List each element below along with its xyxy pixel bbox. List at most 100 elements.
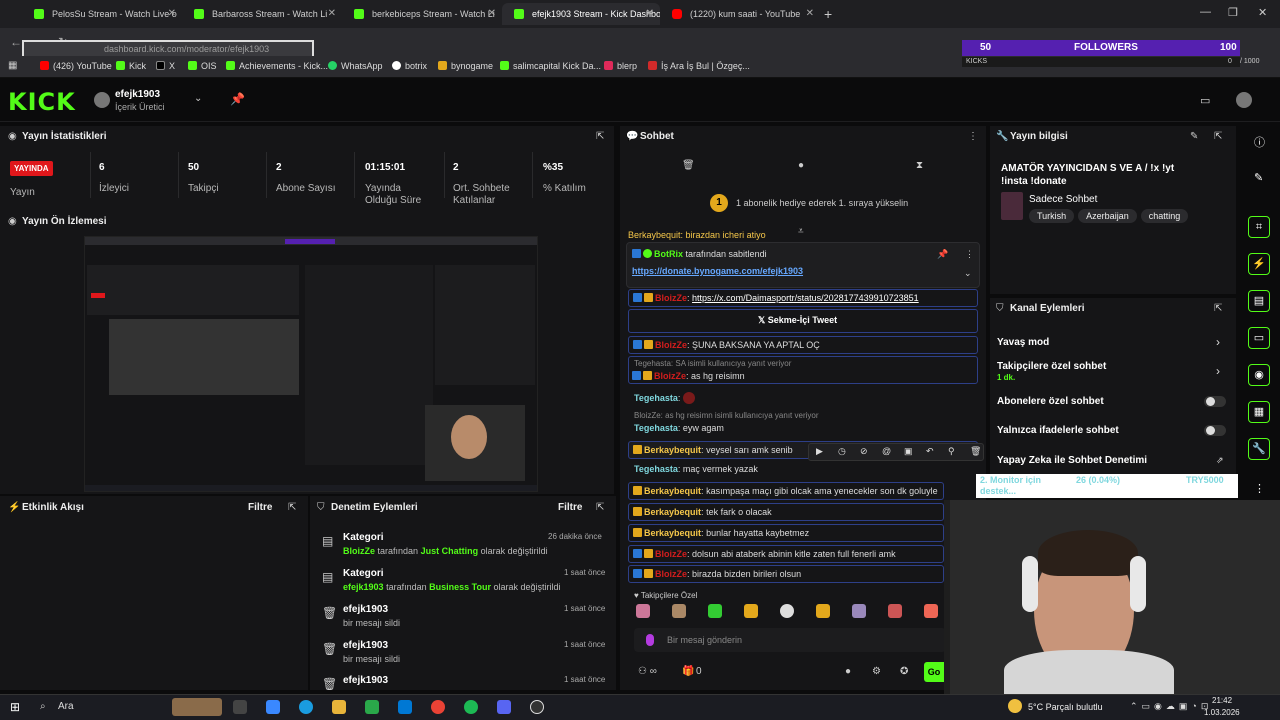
browser-tab-active[interactable]: efejk1903 Stream - Kick Dashbo ✕ [502, 3, 660, 25]
lightning-icon[interactable]: ⚡ [1248, 253, 1270, 275]
reply-icon[interactable]: ↶ [926, 446, 934, 457]
tag-item[interactable]: Turkish [1029, 209, 1075, 223]
emote-icon[interactable] [816, 604, 830, 618]
pinned-link[interactable]: https://donate.bynogame.com/efejk1903 [632, 266, 803, 276]
emote-icon[interactable] [744, 604, 758, 618]
wrench-icon[interactable]: 🔧 [1248, 438, 1270, 460]
clock-time[interactable]: 21:42 [1212, 696, 1232, 705]
infinity-icon[interactable]: ⚇ ∞ [638, 666, 657, 677]
chat-message[interactable]: Tegehasta: eyw agam [634, 423, 984, 433]
emote-icon[interactable] [708, 604, 722, 618]
slash-icon[interactable]: ⊘ [860, 446, 868, 457]
chat-message[interactable]: Tegehasta: maç vermek yazak [634, 464, 984, 474]
more-vertical-icon[interactable]: ⋮ [1254, 482, 1265, 495]
weather-text[interactable]: 5°C Parçalı bulutlu [1028, 702, 1103, 712]
discord-icon[interactable] [497, 700, 511, 714]
bookmark-item[interactable]: OIS [188, 61, 217, 71]
play-icon[interactable]: ▶ [816, 446, 823, 457]
edit-pencil-icon[interactable]: ✎ [1190, 131, 1198, 142]
chat-icon[interactable]: ● [798, 160, 804, 171]
browser-tab[interactable]: berkebiceps Stream - Watch Li ✕ [342, 3, 502, 25]
popout-icon[interactable]: ⇱ [1214, 303, 1222, 314]
copy-icon[interactable]: ▣ [904, 446, 913, 457]
maximize-icon[interactable]: ❐ [1228, 6, 1238, 19]
chevron-down-icon[interactable]: ⌄ [964, 268, 972, 279]
close-tab-icon[interactable]: ✕ [806, 3, 814, 25]
more-vertical-icon[interactable]: ⋮ [968, 131, 978, 142]
copilot-icon[interactable] [266, 700, 280, 714]
new-tab-icon[interactable]: + [824, 6, 832, 22]
bookmark-item[interactable]: Kick [116, 61, 146, 71]
emote-icon[interactable] [636, 604, 650, 618]
spotify-icon[interactable] [464, 700, 478, 714]
chevron-right-icon[interactable]: › [1216, 364, 1220, 378]
send-button[interactable]: Go [924, 662, 944, 682]
close-tab-icon[interactable]: ✕ [328, 3, 336, 25]
popout-icon[interactable]: ⇱ [288, 502, 296, 513]
chat-message[interactable]: BloizZe: birazda bizden birileri olsun [628, 565, 944, 583]
emote-icon[interactable] [888, 604, 902, 618]
close-window-icon[interactable]: ✕ [1258, 6, 1267, 19]
document-icon[interactable]: ▤ [1248, 290, 1270, 312]
apps-grid-icon[interactable]: ▦ [8, 60, 17, 71]
emote-icon[interactable] [672, 604, 686, 618]
edge-icon[interactable] [299, 700, 313, 714]
obs-icon[interactable] [530, 700, 544, 714]
pin-icon[interactable]: 📌 [937, 249, 948, 260]
pin-icon[interactable]: ⚲ [948, 446, 955, 457]
hourglass-icon[interactable]: ⧗ [916, 160, 923, 171]
bookmark-item[interactable]: WhatsApp [328, 61, 383, 71]
mic-icon[interactable] [646, 634, 654, 646]
store-icon[interactable] [365, 700, 379, 714]
chevron-down-icon[interactable]: ⌄ [194, 93, 202, 104]
layers-icon[interactable]: ▦ [1248, 401, 1270, 423]
chat-message[interactable]: BloizZe: ŞUNA BAKSANA YA APTAL OÇ [628, 336, 978, 354]
action-slow-mode[interactable]: Yavaş mod [997, 337, 1049, 348]
tag-item[interactable]: Azerbaijan [1078, 209, 1137, 223]
chat-message[interactable]: BloizZe: dolsun abi ataberk abinin kitle… [628, 545, 944, 563]
emoji-icon[interactable]: ● [845, 666, 851, 677]
back-icon[interactable]: ← [10, 35, 22, 49]
chat-message[interactable]: Berkaybequit: kasımpaşa maçı gibi olcak … [628, 482, 944, 500]
avatar[interactable] [94, 92, 110, 108]
gift-icon[interactable]: 🎁 [682, 666, 694, 677]
action-subscribers-only[interactable]: Abonelere özel sohbet [997, 396, 1104, 407]
mail-icon[interactable] [398, 700, 412, 714]
windows-start-icon[interactable]: ⊞ [10, 700, 20, 714]
settings-gear-icon[interactable]: ⚙ [872, 666, 881, 677]
browser-tab[interactable]: (1220) kum saati - YouTube ✕ [660, 3, 820, 25]
browser-tab[interactable]: Barbaross Stream - Watch Li ✕ [182, 3, 342, 25]
tag-item[interactable]: chatting [1140, 209, 1189, 223]
chat-icon[interactable]: ▭ [1248, 327, 1270, 349]
info-icon[interactable]: ⓘ [1254, 134, 1265, 150]
taskbar-search-label[interactable]: Ara [58, 701, 74, 712]
search-icon[interactable]: ⌕ [40, 701, 46, 712]
gift-banner[interactable]: 1 abonelik hediye ederek 1. sıraya yükse… [736, 198, 908, 208]
monitor-icon[interactable]: ▭ [1200, 94, 1210, 107]
browser-tab[interactable]: PelosSu Stream - Watch Live o ✕ [22, 3, 182, 25]
bookmark-item[interactable]: blerp [604, 61, 637, 71]
chrome-icon[interactable] [431, 700, 445, 714]
minimize-icon[interactable]: — [1200, 6, 1211, 18]
activity-filter-button[interactable]: Filtre [248, 502, 272, 513]
broadcast-icon[interactable]: ◉ [1248, 364, 1270, 386]
action-followers-only[interactable]: Takipçilere özel sohbet [997, 361, 1106, 372]
kick-logo[interactable]: KICK [8, 88, 76, 116]
emotes-only-toggle[interactable] [1204, 425, 1226, 436]
popout-icon[interactable]: ⇱ [596, 502, 604, 513]
popout-icon[interactable]: ⇱ [596, 131, 604, 142]
bookmark-item[interactable]: salimcapital Kick Da... [500, 61, 601, 71]
explorer-icon[interactable] [332, 700, 346, 714]
chat-message[interactable]: Tegehasta: [634, 392, 984, 404]
more-vertical-icon[interactable]: ⋮ [965, 249, 974, 260]
emote-icon[interactable] [924, 604, 938, 618]
trash-icon[interactable]: 🗑 [970, 446, 981, 457]
action-emotes-only[interactable]: Yalnızca ifadelerle sohbet [997, 425, 1119, 436]
moderation-filter-button[interactable]: Filtre [558, 502, 582, 513]
timeout-icon[interactable]: ◷ [838, 446, 846, 457]
bookmark-item[interactable]: X [156, 61, 175, 71]
category-name[interactable]: Sadece Sohbet [1029, 194, 1097, 205]
task-view-icon[interactable] [233, 700, 247, 714]
popout-icon[interactable]: ⇱ [1214, 131, 1222, 142]
close-tab-icon[interactable]: ✕ [488, 3, 496, 25]
